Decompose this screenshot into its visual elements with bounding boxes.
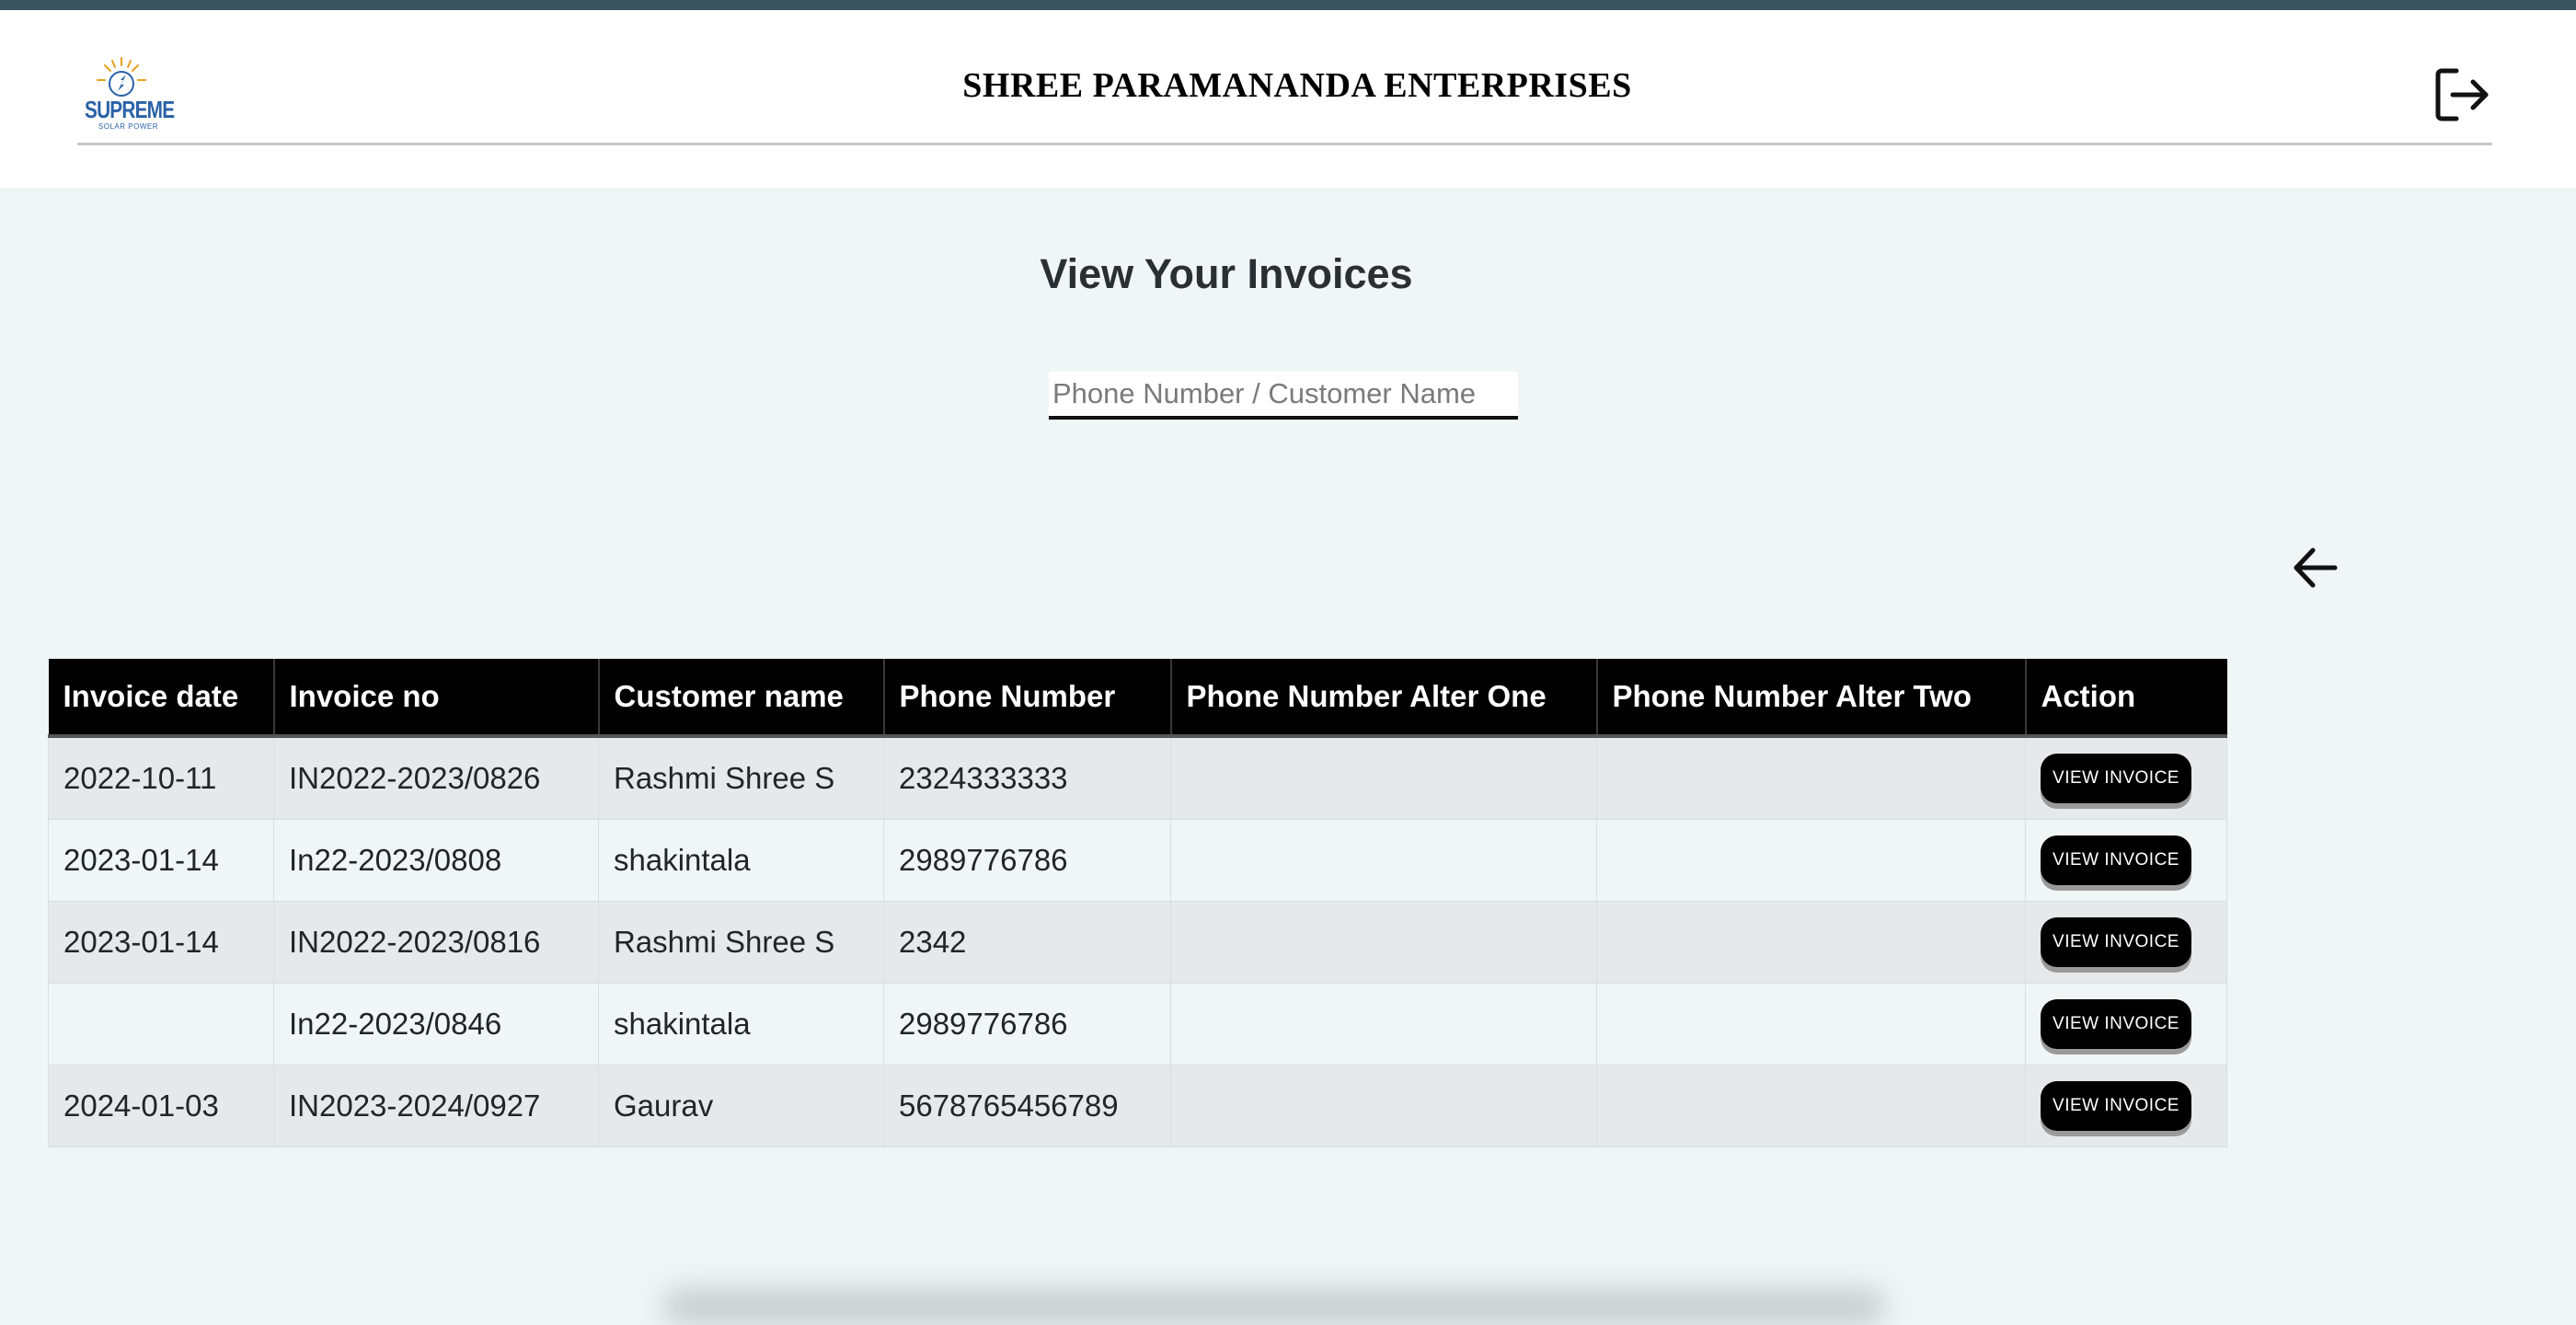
cell-invoice-no: In22-2023/0846 — [273, 983, 599, 1066]
logout-icon[interactable] — [2432, 65, 2491, 124]
header: SUPREME SOLAR POWER SHREE PARAMANANDA EN… — [0, 10, 2576, 188]
cell-invoice-date: 2024-01-03 — [48, 1065, 274, 1147]
view-invoice-button[interactable]: VIEW INVOICE — [2041, 835, 2191, 885]
cell-phone-number: 2989776786 — [883, 819, 1171, 902]
cell-phone-alter-one — [1170, 735, 1597, 820]
column-header-invoice-date[interactable]: Invoice date — [48, 659, 274, 738]
cell-phone-alter-two — [1596, 735, 2026, 820]
cell-phone-alter-one — [1170, 901, 1597, 984]
top-strip — [0, 0, 2576, 10]
arrow-left-icon[interactable] — [2291, 543, 2340, 593]
cell-phone-number: 2989776786 — [883, 983, 1171, 1066]
column-header-phone-number[interactable]: Phone Number — [882, 659, 1171, 738]
search-input[interactable] — [1049, 372, 1518, 420]
sun-logo-icon — [97, 57, 146, 97]
cell-phone-number: 5678765456789 — [883, 1065, 1171, 1147]
table-row: In22-2023/0846 shakintala 2989776786 VIE… — [48, 983, 2227, 1066]
company-name: SHREE PARAMANANDA ENTERPRISES — [962, 66, 1632, 105]
column-header-invoice-no[interactable]: Invoice no — [272, 659, 599, 738]
cell-action: VIEW INVOICE — [2025, 1065, 2227, 1147]
table-header-row: Invoice date Invoice no Customer name Ph… — [48, 659, 2227, 738]
cell-phone-alter-one — [1170, 983, 1597, 1066]
cell-invoice-no: In22-2023/0808 — [273, 819, 599, 902]
cell-invoice-date: 2023-01-14 — [48, 901, 274, 984]
column-header-phone-alter-one[interactable]: Phone Number Alter One — [1169, 659, 1597, 738]
cell-invoice-no: IN2022-2023/0826 — [273, 735, 599, 820]
cell-action: VIEW INVOICE — [2025, 983, 2227, 1066]
cell-invoice-no: IN2023-2024/0927 — [273, 1065, 599, 1147]
cell-phone-alter-two — [1596, 901, 2026, 984]
bottom-card-shadow — [662, 1288, 1886, 1325]
cell-phone-number: 2342 — [883, 901, 1171, 984]
column-header-action: Action — [2024, 659, 2227, 738]
header-divider — [77, 143, 2492, 145]
cell-action: VIEW INVOICE — [2025, 901, 2227, 984]
logo-subtext: SOLAR POWER — [98, 122, 158, 131]
table-row: 2023-01-14 IN2022-2023/0816 Rashmi Shree… — [48, 901, 2227, 984]
cell-phone-alter-two — [1596, 819, 2026, 902]
column-header-customer-name[interactable]: Customer name — [597, 659, 884, 738]
view-invoice-button[interactable]: VIEW INVOICE — [2041, 754, 2191, 803]
cell-phone-alter-one — [1170, 1065, 1597, 1147]
cell-invoice-date — [48, 983, 274, 1066]
table-row: 2024-01-03 IN2023-2024/0927 Gaurav 56787… — [48, 1065, 2227, 1147]
cell-invoice-date: 2023-01-14 — [48, 819, 274, 902]
invoice-table: Invoice date Invoice no Customer name Ph… — [48, 659, 2227, 1147]
table-row: 2023-01-14 In22-2023/0808 shakintala 298… — [48, 819, 2227, 902]
table-row: 2022-10-11 IN2022-2023/0826 Rashmi Shree… — [48, 735, 2227, 820]
cell-invoice-date: 2022-10-11 — [48, 735, 274, 820]
cell-customer-name: Rashmi Shree S — [598, 735, 884, 820]
cell-customer-name: Gaurav — [598, 1065, 884, 1147]
cell-action: VIEW INVOICE — [2025, 735, 2227, 820]
cell-action: VIEW INVOICE — [2025, 819, 2227, 902]
cell-customer-name: shakintala — [598, 983, 884, 1066]
view-invoice-button[interactable]: VIEW INVOICE — [2041, 917, 2191, 967]
logo-text: SUPREME — [85, 96, 175, 123]
cell-phone-alter-two — [1596, 983, 2026, 1066]
cell-customer-name: shakintala — [598, 819, 884, 902]
cell-phone-number: 2324333333 — [883, 735, 1171, 820]
cell-invoice-no: IN2022-2023/0816 — [273, 901, 599, 984]
cell-customer-name: Rashmi Shree S — [598, 901, 884, 984]
view-invoice-button[interactable]: VIEW INVOICE — [2041, 999, 2191, 1049]
cell-phone-alter-one — [1170, 819, 1597, 902]
company-logo: SUPREME SOLAR POWER — [85, 56, 175, 141]
column-header-phone-alter-two[interactable]: Phone Number Alter Two — [1595, 659, 2026, 738]
view-invoice-button[interactable]: VIEW INVOICE — [2041, 1081, 2191, 1131]
page-title: View Your Invoices — [1040, 250, 1413, 297]
cell-phone-alter-two — [1596, 1065, 2026, 1147]
